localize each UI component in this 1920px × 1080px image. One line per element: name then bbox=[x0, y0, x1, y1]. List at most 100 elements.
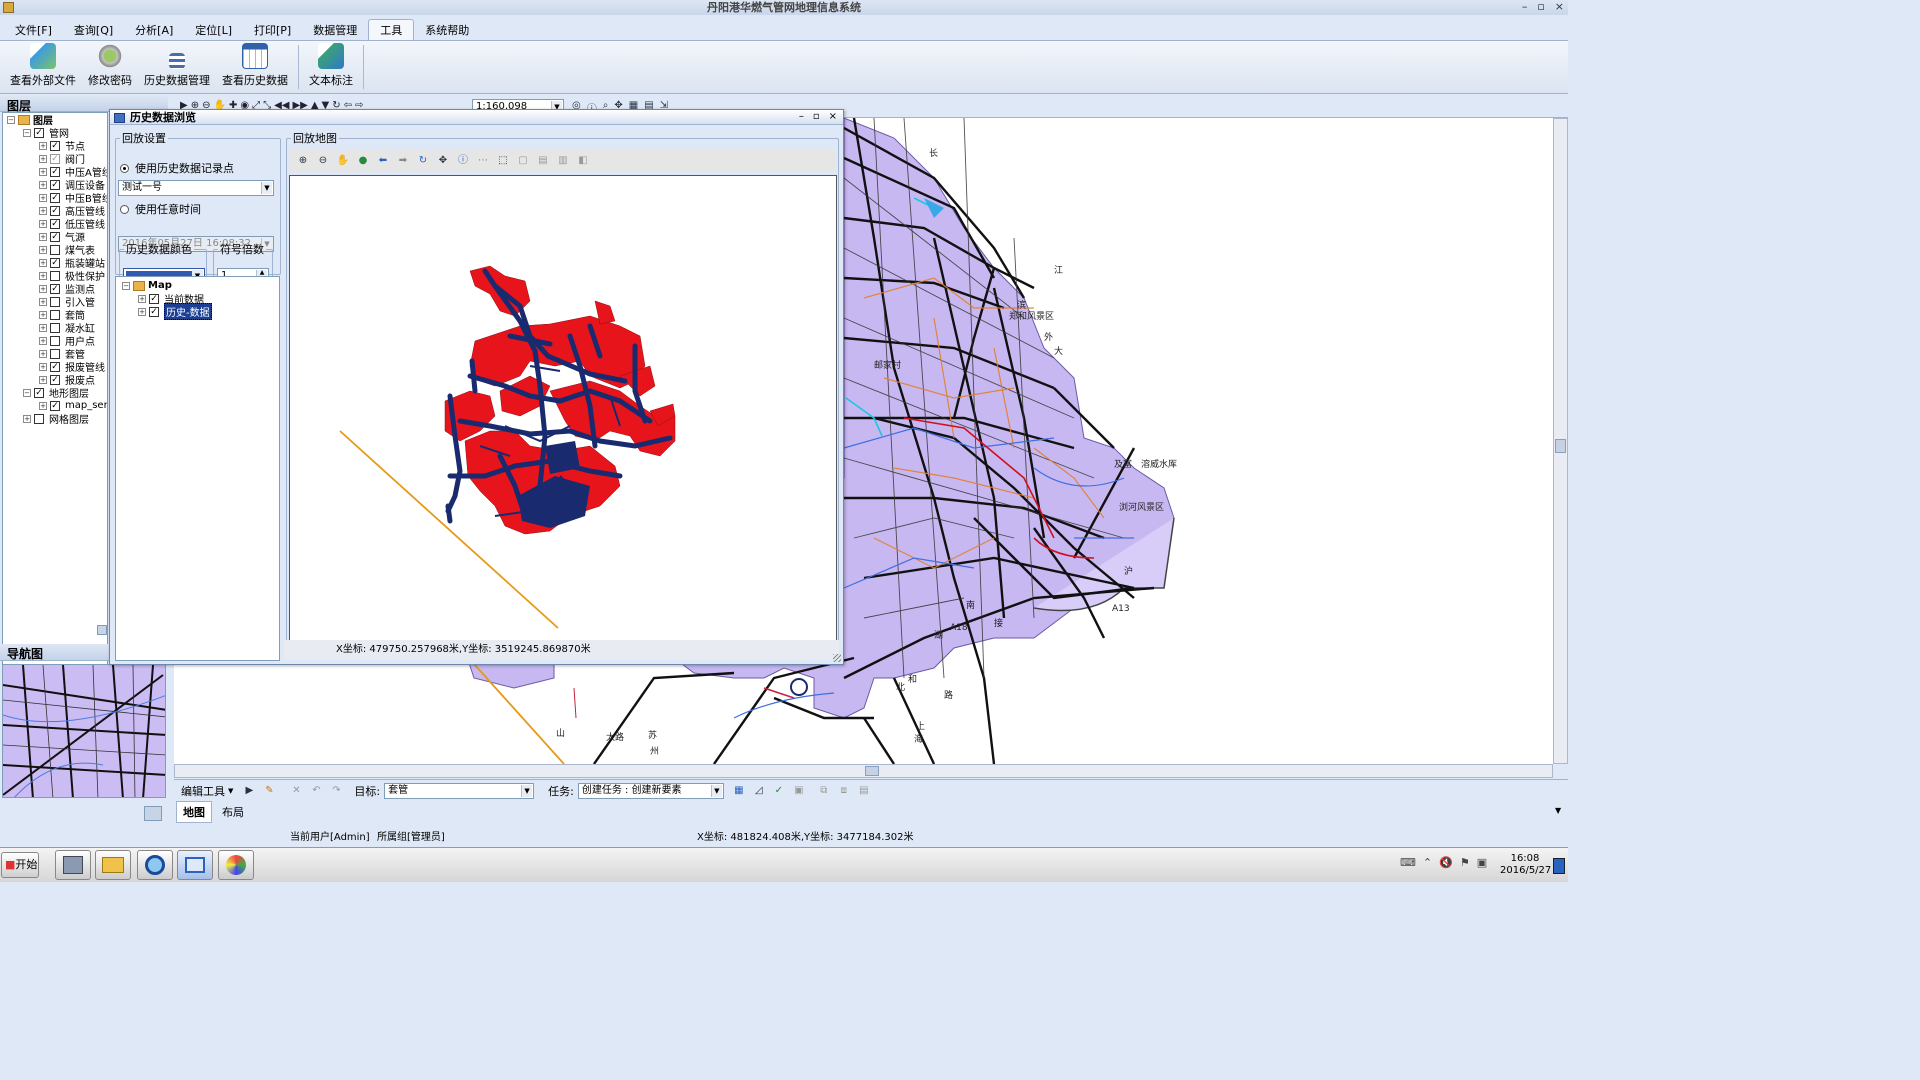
layer-tree-item[interactable]: − ✓ 地形图层 bbox=[3, 386, 107, 400]
back-icon[interactable]: ⬅ bbox=[376, 155, 390, 167]
globe-icon[interactable]: ● bbox=[356, 155, 370, 167]
checkbox[interactable] bbox=[50, 296, 60, 307]
checkbox[interactable]: ✓ bbox=[50, 283, 60, 294]
expand-icon[interactable]: + bbox=[39, 141, 47, 150]
taskbar-app-gis[interactable] bbox=[177, 850, 213, 880]
taskbar-app-tools[interactable] bbox=[218, 850, 254, 880]
checkbox[interactable]: ✓ bbox=[50, 179, 60, 190]
refresh-icon[interactable]: ↻ bbox=[416, 155, 430, 167]
checkbox[interactable]: ✓ bbox=[50, 218, 60, 229]
measure-icon[interactable]: ⋯ bbox=[476, 155, 490, 167]
scroll-thumb[interactable] bbox=[865, 766, 879, 776]
layer-tree-item[interactable]: + 网格图层 bbox=[3, 412, 107, 426]
expand-icon[interactable]: + bbox=[39, 206, 47, 215]
expand-icon[interactable]: + bbox=[39, 271, 47, 280]
expand-icon[interactable]: + bbox=[39, 193, 47, 202]
use-record-point-radio[interactable]: 使用历史数据记录点 bbox=[120, 160, 234, 176]
layer-tree[interactable]: − 图层 − ✓ 管网 + ✓ 节点 + ✓ 阀门 + ✓ 中压A管线 + ✓ 调压设备 + ✓ 中压B管线 + ✓ 高压管… bbox=[2, 112, 108, 714]
menu-data-manage[interactable]: 数据管理 bbox=[302, 20, 368, 40]
expand-icon[interactable]: + bbox=[39, 349, 47, 358]
export-icon[interactable]: ▥ bbox=[556, 155, 570, 167]
zoom-in-icon[interactable]: ⊕ bbox=[296, 155, 310, 167]
scroll-thumb[interactable] bbox=[1555, 439, 1566, 453]
select-features-icon[interactable]: ⬚ bbox=[496, 155, 510, 167]
dialog-minimize-button[interactable]: – bbox=[799, 111, 804, 122]
forward-icon[interactable]: ➡ bbox=[396, 155, 410, 167]
checkbox[interactable]: ✓ bbox=[149, 293, 159, 304]
playback-layer-tree[interactable]: − Map + ✓ 当前数据 + ✓ 历史-数据 bbox=[115, 276, 280, 661]
expand-icon[interactable]: + bbox=[39, 375, 47, 384]
collapse-icon[interactable]: − bbox=[122, 281, 130, 290]
checkbox[interactable] bbox=[50, 270, 60, 281]
tray-expand-icon[interactable]: ⌃ bbox=[1423, 856, 1432, 869]
checkbox[interactable] bbox=[50, 244, 60, 255]
expand-icon[interactable]: + bbox=[39, 232, 47, 241]
change-password-button[interactable]: 修改密码 bbox=[82, 41, 138, 93]
map-horizontal-scrollbar[interactable] bbox=[174, 764, 1553, 778]
layer-tree-item[interactable]: + ✓ 低压管线 bbox=[3, 217, 107, 231]
expand-icon[interactable]: + bbox=[39, 258, 47, 267]
expand-icon[interactable]: + bbox=[39, 284, 47, 293]
tabs-dropdown-icon[interactable]: ▼ bbox=[1555, 806, 1561, 815]
layer-tree-item[interactable]: − ✓ 管网 bbox=[3, 126, 107, 140]
expand-icon[interactable]: + bbox=[39, 245, 47, 254]
clear-select-icon[interactable]: ▢ bbox=[516, 155, 530, 167]
view-external-file-button[interactable]: 查看外部文件 bbox=[4, 41, 82, 93]
layer-tree-item[interactable]: + 用户点 bbox=[3, 334, 107, 348]
checkbox[interactable]: ✓ bbox=[50, 257, 60, 268]
expand-icon[interactable]: + bbox=[39, 323, 47, 332]
view-history-data-button[interactable]: 查看历史数据 bbox=[216, 41, 294, 93]
checkbox[interactable]: ✓ bbox=[34, 387, 44, 398]
volume-icon[interactable]: 🔇 bbox=[1439, 856, 1453, 869]
playback-tree-item[interactable]: + ✓ 历史-数据 bbox=[118, 303, 277, 320]
menu-locate[interactable]: 定位[L] bbox=[184, 20, 243, 40]
dialog-close-button[interactable]: × bbox=[829, 111, 837, 122]
edit-select-icon[interactable]: ▶ bbox=[242, 785, 256, 797]
checkbox[interactable]: ✓ bbox=[50, 153, 60, 164]
resize-grip-icon[interactable] bbox=[833, 654, 841, 662]
expand-icon[interactable]: + bbox=[39, 401, 47, 410]
collapse-icon[interactable]: − bbox=[7, 115, 15, 124]
split-icon[interactable]: ⧉ bbox=[817, 785, 831, 797]
task-select[interactable]: 创建任务 : 创建新要素 ▼ bbox=[577, 782, 724, 799]
sketch-icon[interactable]: ◿ bbox=[752, 785, 766, 797]
info-icon[interactable]: ⓘ bbox=[456, 155, 470, 167]
undo-icon[interactable]: ↶ bbox=[309, 785, 323, 797]
zoom-out-icon[interactable]: ⊖ bbox=[316, 155, 330, 167]
expand-icon[interactable]: + bbox=[138, 307, 146, 316]
menu-query[interactable]: 查询[Q] bbox=[63, 20, 124, 40]
layer-tree-item[interactable]: + ✓ 节点 bbox=[3, 139, 107, 153]
record-point-select[interactable]: 测试一号 ▼ bbox=[118, 180, 274, 196]
xy-icon[interactable]: ✥ bbox=[436, 155, 450, 167]
checkbox[interactable]: ✓ bbox=[50, 374, 60, 385]
checkbox[interactable] bbox=[50, 335, 60, 346]
menu-file[interactable]: 文件[F] bbox=[4, 20, 63, 40]
delete-icon[interactable]: ✕ bbox=[289, 785, 303, 797]
validate-icon[interactable]: ✓ bbox=[772, 785, 786, 797]
tab-map[interactable]: 地图 bbox=[176, 801, 212, 823]
checkbox[interactable]: ✓ bbox=[50, 231, 60, 242]
expand-icon[interactable]: + bbox=[138, 294, 146, 303]
minimize-button[interactable]: – bbox=[1522, 0, 1528, 15]
network-icon[interactable]: ▣ bbox=[1477, 856, 1487, 869]
close-button[interactable]: × bbox=[1555, 0, 1564, 15]
text-annotation-button[interactable]: 文本标注 bbox=[303, 41, 359, 93]
checkbox[interactable]: ✓ bbox=[50, 140, 60, 151]
expand-icon[interactable]: + bbox=[39, 167, 47, 176]
collapse-icon[interactable]: − bbox=[23, 388, 31, 397]
attributes-icon[interactable]: ▦ bbox=[732, 785, 746, 797]
chevron-down-icon[interactable]: ▼ bbox=[228, 787, 233, 795]
taskbar-app-explorer[interactable] bbox=[95, 850, 131, 880]
map-vertical-scrollbar[interactable] bbox=[1553, 118, 1568, 764]
checkbox[interactable] bbox=[50, 348, 60, 359]
checkbox[interactable]: ✓ bbox=[50, 361, 60, 372]
menu-help[interactable]: 系统帮助 bbox=[414, 20, 480, 40]
checkbox[interactable] bbox=[34, 413, 44, 424]
edit-tools-menu[interactable]: 编辑工具 bbox=[181, 783, 225, 799]
use-any-time-radio[interactable]: 使用任意时间 bbox=[120, 201, 201, 217]
checkbox[interactable]: ✓ bbox=[149, 306, 159, 317]
start-button[interactable]: ■开始 bbox=[1, 852, 39, 878]
edit-options-icon[interactable]: ▣ bbox=[792, 785, 806, 797]
menu-analysis[interactable]: 分析[A] bbox=[124, 20, 184, 40]
expand-icon[interactable]: + bbox=[39, 310, 47, 319]
